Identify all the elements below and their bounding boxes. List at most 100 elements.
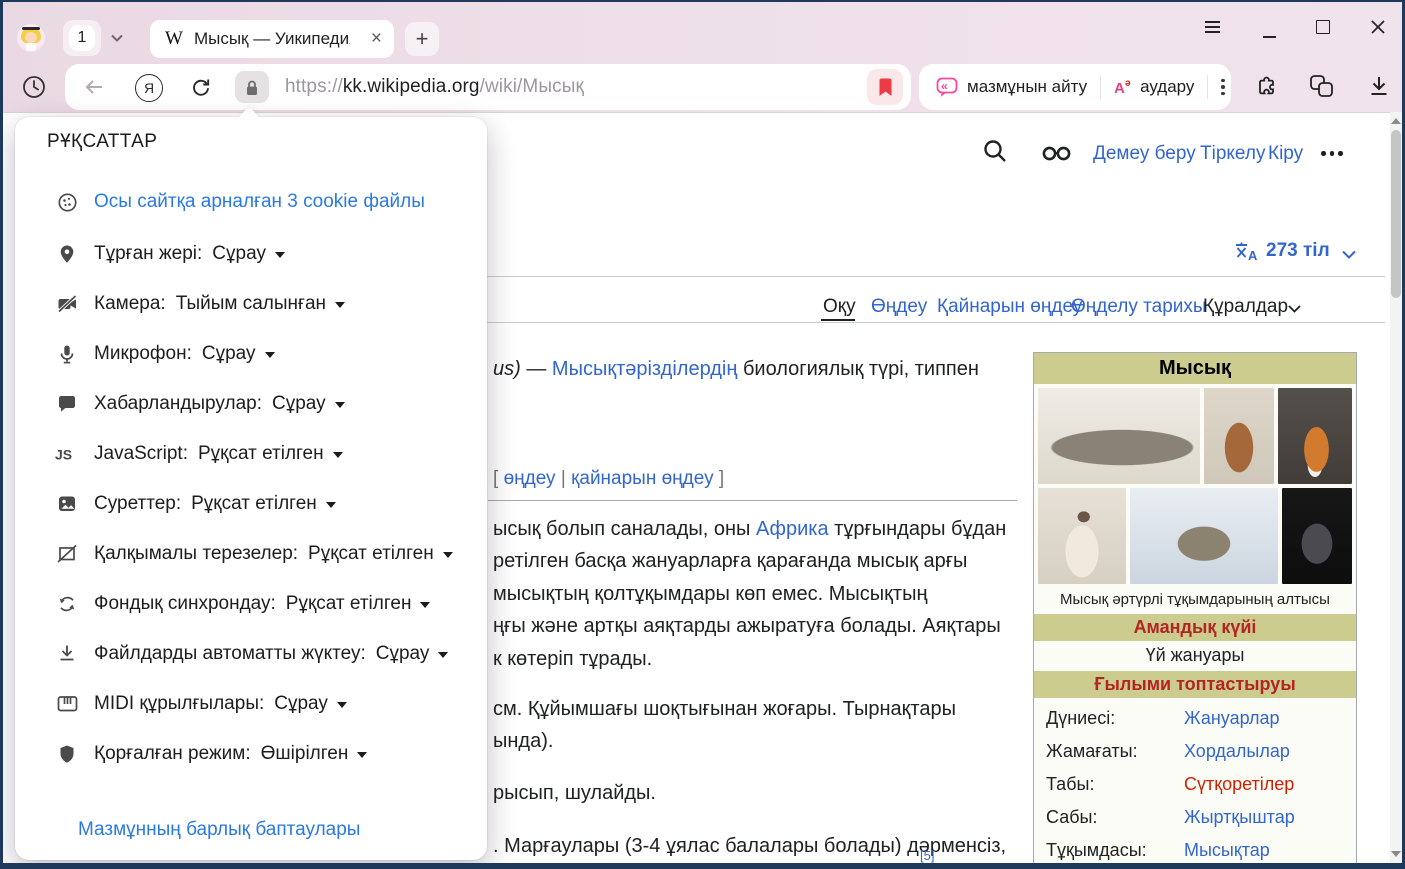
new-tab-button[interactable]: + [405, 22, 439, 56]
felidae-link[interactable]: Мысықтәрізділердің [552, 358, 737, 380]
cat-photo-1[interactable] [1038, 388, 1200, 484]
edit-source-section-link[interactable]: қайнарын өңдеу [571, 468, 714, 489]
permission-value[interactable]: Рұқсат етілген [308, 543, 434, 565]
lead-rest: биологиялық түрі, типпен [737, 358, 979, 380]
dropdown-caret-icon[interactable] [335, 302, 345, 308]
bookmark-button[interactable] [867, 69, 903, 105]
permission-row-midi[interactable]: MIDI құрылғылары: Сұрау [55, 691, 347, 717]
avatar-body [26, 43, 36, 51]
edit-section-link[interactable]: өңдеу [504, 468, 556, 489]
permission-row-microphone[interactable]: Микрофон: Сұрау [55, 341, 275, 367]
pill-more-icon[interactable] [1221, 79, 1225, 96]
header-more-icon[interactable] [1321, 151, 1343, 156]
history-icon[interactable] [21, 74, 47, 100]
permission-value[interactable]: Сұрау [274, 693, 328, 715]
scroll-up-icon[interactable] [1391, 118, 1401, 124]
permission-value[interactable]: Рұқсат етілген [286, 593, 412, 615]
tab-group-badge[interactable]: 1 [63, 20, 101, 56]
dropdown-caret-icon[interactable] [326, 502, 336, 508]
permission-row-protected-mode[interactable]: Қорғалған режим: Өшірілген [55, 741, 367, 767]
africa-link[interactable]: Африка [756, 518, 829, 540]
permission-row-images[interactable]: Суреттер: Рұқсат етілген [55, 491, 336, 517]
close-button[interactable] [1363, 12, 1393, 42]
page-scrollbar[interactable] [1390, 112, 1402, 863]
svg-text:ә: ә [1125, 78, 1131, 89]
language-chevron-icon[interactable] [1341, 249, 1357, 260]
permission-value[interactable]: Тыйым салынған [176, 293, 326, 315]
site-permissions-button[interactable] [235, 71, 269, 103]
tab-tools[interactable]: Құралдар [1203, 296, 1288, 318]
permission-row-popups[interactable]: Қалқымалы терезелер: Рұқсат етілген [55, 541, 453, 567]
tab-close-icon[interactable]: × [371, 28, 382, 50]
taxonomy-value-link[interactable]: Жануарлар [1184, 708, 1280, 729]
search-icon[interactable] [982, 138, 1010, 166]
tab-history[interactable]: Өңделу тарихы [1071, 296, 1207, 318]
menu-icon[interactable] [1197, 12, 1227, 42]
permission-row-location[interactable]: Тұрған жері: Сұрау [55, 241, 285, 267]
maximize-button[interactable] [1308, 12, 1338, 42]
url-text[interactable]: https://kk.wikipedia.org/wiki/Мысық [285, 76, 584, 98]
dropdown-caret-icon[interactable] [337, 702, 347, 708]
profile-avatar[interactable] [17, 24, 45, 52]
dropdown-caret-icon[interactable] [438, 652, 448, 658]
scrollbar-thumb[interactable] [1391, 130, 1401, 298]
dropdown-caret-icon[interactable] [265, 352, 275, 358]
cookies-link[interactable]: Осы сайтқа арналған 3 cookie файлы [94, 191, 425, 213]
register-link[interactable]: Тіркелу [1200, 143, 1265, 165]
permission-value[interactable]: Рұқсат етілген [198, 443, 324, 465]
taxonomy-label: Тұқымдасы: [1034, 840, 1184, 861]
cat-photo-3[interactable] [1278, 388, 1352, 484]
all-content-settings-link[interactable]: Мазмұнның барлық баптаулары [78, 819, 360, 841]
downloads-icon[interactable] [1368, 75, 1390, 98]
minimize-button[interactable] [1254, 15, 1284, 45]
dropdown-caret-icon[interactable] [335, 402, 345, 408]
permission-value[interactable]: Сұрау [272, 393, 326, 415]
dropdown-caret-icon[interactable] [443, 552, 453, 558]
read-aloud-button[interactable]: мазмұнын айту [967, 77, 1087, 97]
article-line: ысық болып саналады, оны Африка тұрғында… [493, 518, 1006, 541]
taxonomy-value-link[interactable]: Хордалылар [1184, 741, 1290, 762]
permission-row-camera[interactable]: Камера: Тыйым салынған [55, 291, 345, 317]
dropdown-caret-icon[interactable] [420, 602, 430, 608]
tab-edit[interactable]: Өңдеу [871, 296, 927, 318]
tab-read[interactable]: Оқу [823, 296, 856, 318]
cat-photo-6[interactable] [1282, 488, 1352, 584]
permission-value[interactable]: Сұрау [202, 343, 256, 365]
permission-value[interactable]: Рұқсат етілген [191, 493, 317, 515]
permission-row-auto-download[interactable]: Файлдарды автоматты жүктеу: Сұрау [55, 641, 448, 667]
pill-divider-2 [1207, 75, 1208, 99]
dropdown-caret-icon[interactable] [357, 752, 367, 758]
taxonomy-value-redlink[interactable]: Сүтқоретілер [1184, 774, 1294, 795]
yandex-icon[interactable]: Я [135, 74, 163, 102]
cat-photo-5[interactable] [1130, 488, 1278, 584]
cat-photo-2[interactable] [1204, 388, 1274, 484]
collections-icon[interactable] [1309, 74, 1336, 100]
taxonomy-row: Сабы:Жыртқыштар [1034, 801, 1356, 834]
extensions-icon[interactable] [1255, 74, 1281, 100]
permission-value[interactable]: Сұрау [212, 243, 266, 265]
dropdown-caret-icon[interactable] [275, 252, 285, 258]
donate-link[interactable]: Демеу беру [1093, 143, 1196, 165]
pill-divider [1100, 75, 1101, 99]
language-count-button[interactable]: 273 тіл [1266, 240, 1330, 262]
tab-wikipedia[interactable]: W Мысық — Уикипедия × [150, 20, 394, 58]
taxonomy-value-link[interactable]: Жыртқыштар [1184, 807, 1295, 828]
permission-row-notifications[interactable]: Хабарландырулар: Сұрау [55, 391, 345, 417]
back-icon[interactable] [83, 77, 105, 97]
scroll-down-icon[interactable] [1391, 851, 1401, 857]
tab-edit-source[interactable]: Қайнарын өңдеу [937, 296, 1082, 318]
appearance-glasses-icon[interactable] [1041, 145, 1073, 162]
taxonomy-value-link[interactable]: Мысықтар [1184, 840, 1270, 861]
permission-value[interactable]: Сұрау [376, 643, 430, 665]
permission-row-javascript[interactable]: JS JavaScript: Рұқсат етілген [55, 441, 343, 467]
permission-row-background-sync[interactable]: Фондық синхрондау: Рұқсат етілген [55, 591, 430, 617]
cat-photo-4[interactable] [1038, 488, 1126, 584]
tools-chevron-icon[interactable] [1287, 304, 1302, 314]
reload-icon[interactable] [189, 75, 213, 99]
permission-value[interactable]: Өшірілген [261, 743, 349, 765]
footnote-ref[interactable]: [5] [920, 848, 934, 863]
login-link[interactable]: Кіру [1268, 143, 1303, 165]
tab-group-chevron-icon[interactable] [110, 33, 124, 43]
dropdown-caret-icon[interactable] [333, 452, 343, 458]
translate-button[interactable]: аудару [1140, 77, 1194, 97]
